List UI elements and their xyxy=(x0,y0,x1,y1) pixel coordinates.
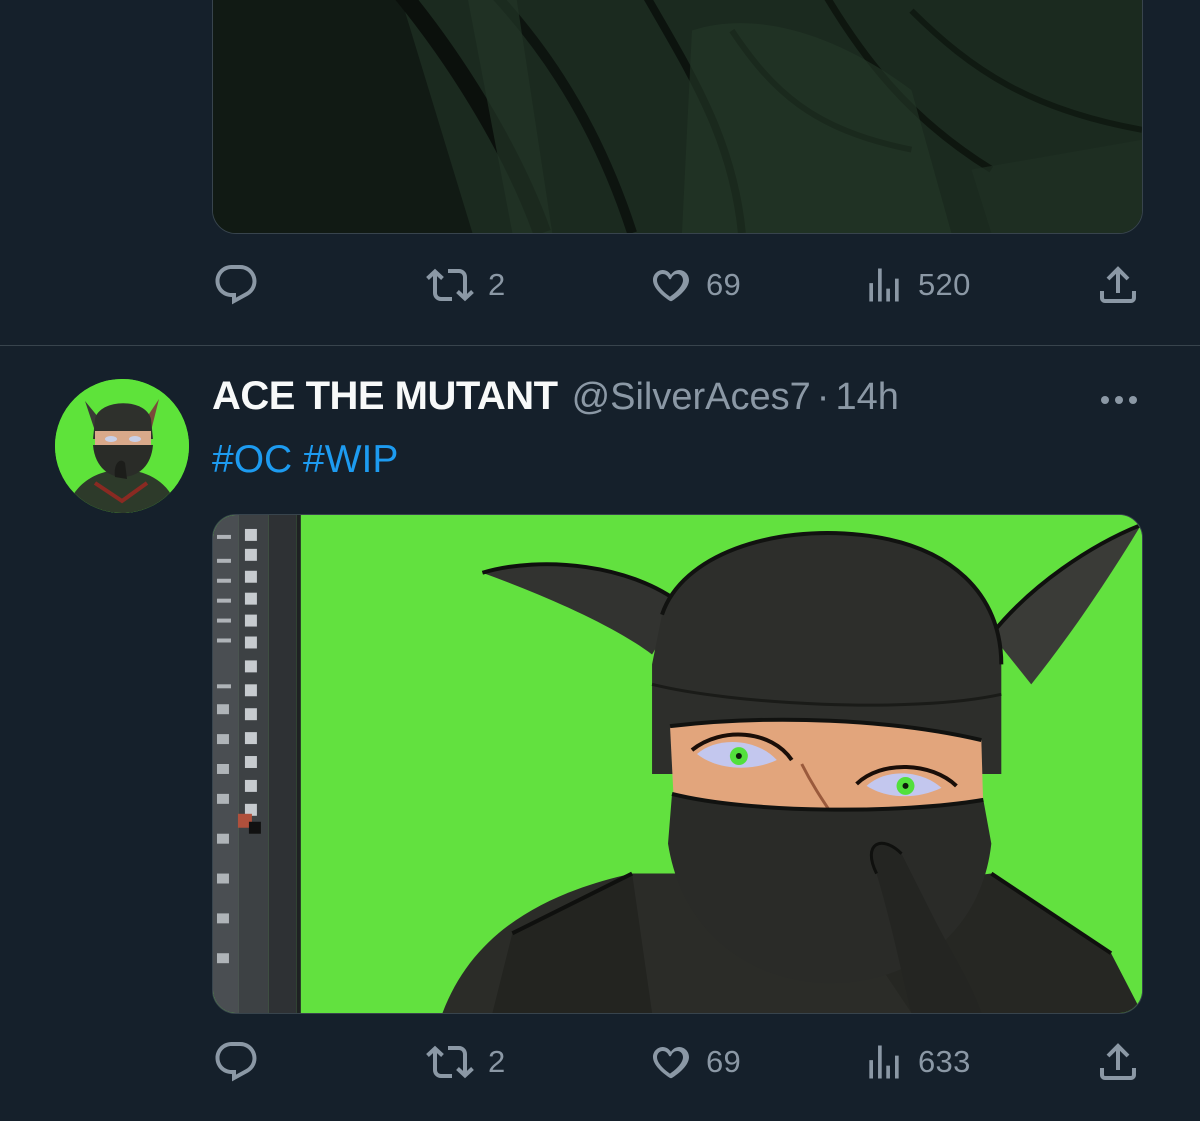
avatar[interactable] xyxy=(55,379,189,513)
retweet-button[interactable]: 2 xyxy=(424,1032,506,1092)
retweet-count: 2 xyxy=(488,267,506,302)
tweet-header: ACE THE MUTANT @SilverAces7 · 14h xyxy=(212,374,899,426)
more-button[interactable] xyxy=(1096,382,1142,418)
share-icon xyxy=(1100,1043,1136,1080)
views-button[interactable]: 633 xyxy=(862,1032,971,1092)
retweet-icon xyxy=(426,268,474,302)
previous-tweet-media[interactable] xyxy=(212,0,1143,234)
reply-icon xyxy=(215,265,257,305)
reply-button[interactable] xyxy=(212,255,260,315)
hashtag-link[interactable]: #OC xyxy=(212,438,292,481)
like-count: 69 xyxy=(706,267,742,302)
tweet-divider xyxy=(0,345,1200,346)
retweet-icon xyxy=(426,1045,474,1079)
views-count: 633 xyxy=(918,1044,971,1079)
user-handle[interactable]: @SilverAces7 xyxy=(572,376,811,419)
views-button[interactable]: 520 xyxy=(862,255,971,315)
display-name[interactable]: ACE THE MUTANT xyxy=(212,374,558,419)
share-button[interactable] xyxy=(1094,255,1142,315)
share-icon xyxy=(1100,266,1136,303)
tweet-media-image[interactable] xyxy=(212,514,1143,1014)
previous-tweet-actions: 2 69 520 xyxy=(212,255,1143,315)
like-button[interactable]: 69 xyxy=(646,1032,741,1092)
views-count: 520 xyxy=(918,267,971,302)
retweet-count: 2 xyxy=(488,1044,506,1079)
more-icon xyxy=(1101,396,1137,404)
timestamp[interactable]: 14h xyxy=(835,376,898,419)
like-count: 69 xyxy=(706,1044,742,1079)
share-button[interactable] xyxy=(1094,1032,1142,1092)
views-icon xyxy=(869,268,899,302)
reply-button[interactable] xyxy=(212,1032,260,1092)
timeline: 2 69 520 ACE THE MUTANT @SilverAces7 · 1… xyxy=(0,0,1200,1121)
separator-dot: · xyxy=(816,376,830,418)
heart-icon xyxy=(653,269,689,302)
tweet-actions: 2 69 633 xyxy=(212,1032,1143,1092)
views-icon xyxy=(869,1045,899,1079)
tweet-text: #OC #WIP xyxy=(212,436,398,484)
reply-icon xyxy=(215,1042,257,1082)
retweet-button[interactable]: 2 xyxy=(424,255,506,315)
like-button[interactable]: 69 xyxy=(646,255,741,315)
hashtag-link[interactable]: #WIP xyxy=(303,438,398,481)
heart-icon xyxy=(653,1046,689,1079)
